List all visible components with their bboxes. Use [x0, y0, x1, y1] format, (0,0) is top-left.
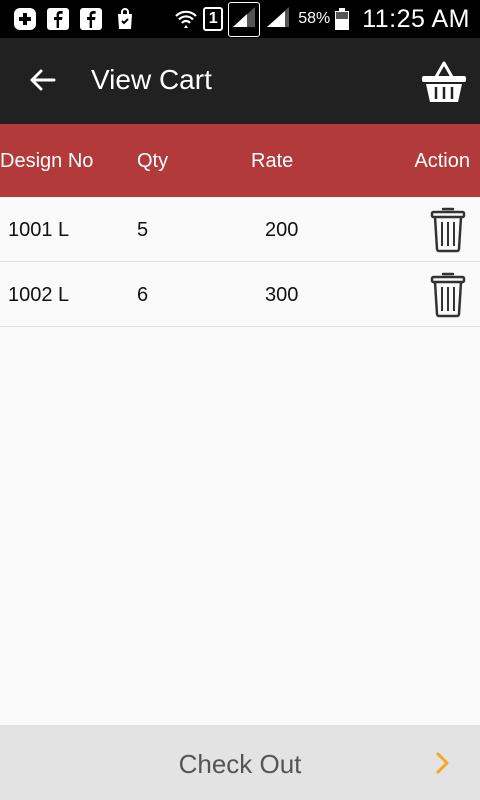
notification-icons — [14, 7, 137, 31]
facebook-icon — [80, 8, 102, 30]
column-header-qty: Qty — [137, 150, 169, 172]
sim-number: 1 — [208, 10, 218, 27]
trash-icon — [430, 207, 466, 253]
back-button[interactable] — [22, 60, 62, 100]
rate-cell: 200 — [265, 219, 299, 241]
status-time: 11:25 AM — [362, 4, 470, 33]
chevron-right-icon — [436, 752, 449, 774]
cart-button[interactable] — [420, 59, 468, 105]
delete-item-button[interactable] — [430, 205, 466, 253]
status-bar: 1 58% 11:25 AM — [0, 0, 480, 38]
plus-box-icon — [14, 8, 36, 30]
wifi-icon — [174, 7, 198, 31]
facebook-icon — [47, 8, 69, 30]
rate-cell: 300 — [265, 284, 299, 306]
qty-cell: 6 — [137, 284, 149, 306]
signal-icon — [228, 1, 261, 37]
signal-icon — [265, 5, 291, 34]
design-no-cell: 1001 L — [8, 219, 70, 241]
app-bar: View Cart — [0, 38, 480, 124]
battery-icon — [335, 8, 350, 30]
battery-percent: 58% — [298, 10, 331, 27]
sim-1-icon: 1 — [203, 7, 224, 31]
checkout-label: Check Out — [178, 749, 302, 779]
delete-item-button[interactable] — [430, 270, 466, 318]
column-header-action: Action — [414, 150, 470, 172]
arrow-left-icon — [30, 69, 56, 91]
system-status: 1 58% 11:25 AM — [174, 1, 470, 37]
column-header-rate: Rate — [251, 150, 294, 172]
qty-cell: 5 — [137, 219, 149, 241]
shopping-bag-icon — [113, 7, 137, 31]
column-header-design-no: Design No — [0, 150, 94, 172]
checkout-button[interactable]: Check Out — [0, 725, 480, 800]
basket-icon — [422, 61, 466, 102]
cart-row: 1001 L 5 200 — [0, 197, 480, 262]
trash-icon — [430, 272, 466, 318]
view-cart-screen: 1 58% 11:25 AM View Cart Design No Qty R… — [0, 0, 480, 800]
cart-table-header: Design No Qty Rate Action — [0, 124, 480, 197]
page-title: View Cart — [91, 64, 212, 95]
cart-row: 1002 L 6 300 — [0, 262, 480, 327]
design-no-cell: 1002 L — [8, 284, 70, 306]
